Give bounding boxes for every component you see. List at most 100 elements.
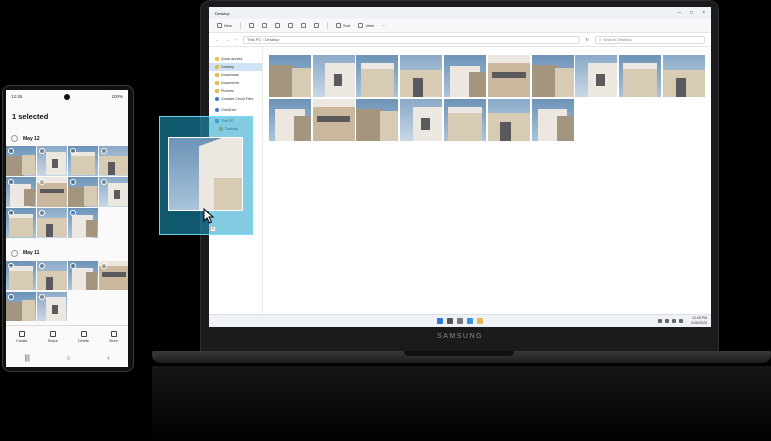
checked-checkbox[interactable]: ✓: [70, 210, 76, 216]
dragged-photo[interactable]: [168, 137, 243, 211]
address-bar-row: ← → ↑ This PC › Desktop ↻ ⌕ Search Deskto…: [209, 33, 711, 47]
minimize-icon[interactable]: –: [678, 10, 681, 16]
browser-icon[interactable]: [467, 318, 473, 324]
gallery-photo[interactable]: [37, 260, 67, 290]
back-icon[interactable]: ‹: [107, 355, 109, 362]
photo-checkbox[interactable]: [70, 262, 76, 269]
photo-thumbnail[interactable]: [663, 55, 705, 97]
more-button[interactable]: More: [109, 330, 118, 343]
date-section-header[interactable]: May 11: [6, 244, 128, 261]
gallery-photo[interactable]: [68, 146, 98, 176]
delete-button[interactable]: Delete: [78, 330, 89, 343]
photo-checkbox[interactable]: [101, 262, 107, 269]
rename-icon[interactable]: [288, 23, 294, 28]
photo-checkbox[interactable]: [8, 262, 14, 269]
photo-thumbnail[interactable]: [356, 98, 399, 141]
gallery-photo[interactable]: [37, 146, 67, 176]
more-options-icon[interactable]: ···: [382, 23, 386, 28]
clock[interactable]: 12:45 PM 9/16/2023: [691, 316, 707, 326]
photo-checkbox[interactable]: [8, 148, 14, 154]
photo-thumbnail[interactable]: [619, 55, 662, 97]
photo-checkbox[interactable]: [39, 179, 45, 185]
gallery-photo[interactable]: [6, 208, 36, 238]
up-icon[interactable]: ↑: [235, 37, 237, 42]
date-section-header[interactable]: May 12: [6, 129, 128, 146]
recents-icon[interactable]: |||: [24, 355, 29, 362]
photo-thumbnail[interactable]: [268, 55, 311, 97]
gallery-photo[interactable]: [6, 260, 36, 290]
photo-thumbnail[interactable]: [444, 98, 487, 141]
gallery-photo[interactable]: [68, 260, 98, 290]
photo-thumbnail[interactable]: [531, 55, 574, 97]
chevron-up-icon[interactable]: [658, 319, 662, 323]
view-button[interactable]: View: [358, 23, 374, 28]
file-explorer-icon[interactable]: [477, 318, 483, 324]
address-bar[interactable]: This PC › Desktop: [243, 35, 580, 44]
gallery-photo[interactable]: [99, 177, 128, 207]
gallery-photo[interactable]: ✓: [68, 208, 98, 238]
photo-checkbox[interactable]: [39, 262, 45, 269]
photo-thumbnail[interactable]: [400, 55, 443, 97]
select-all-checkbox[interactable]: [11, 249, 18, 257]
photo-thumbnail[interactable]: [268, 98, 311, 141]
gallery-photo[interactable]: [99, 260, 128, 290]
nav-item[interactable]: Downloads: [209, 71, 262, 79]
photo-thumbnail[interactable]: [400, 98, 443, 141]
task-view-icon[interactable]: [457, 318, 463, 324]
photo-thumbnail[interactable]: [531, 98, 574, 141]
photo-thumbnail[interactable]: [487, 55, 530, 97]
photo-thumbnail[interactable]: [575, 55, 618, 97]
battery-icon[interactable]: [679, 319, 683, 323]
volume-icon[interactable]: [672, 319, 676, 323]
back-icon[interactable]: ←: [215, 37, 219, 42]
nav-item[interactable]: Desktop: [209, 63, 262, 71]
photo-checkbox[interactable]: [8, 179, 14, 185]
photo-checkbox[interactable]: [8, 293, 14, 300]
wifi-icon[interactable]: [665, 319, 669, 323]
photo-checkbox[interactable]: [70, 148, 76, 154]
create-button[interactable]: Create: [16, 330, 28, 343]
gallery-photo[interactable]: [37, 291, 67, 321]
home-icon[interactable]: ○: [66, 355, 70, 362]
forward-icon[interactable]: →: [225, 37, 229, 42]
cut-icon[interactable]: [249, 23, 255, 28]
search-taskbar-icon[interactable]: [447, 318, 453, 324]
nav-item[interactable]: Quick access: [209, 55, 262, 63]
gallery-photo[interactable]: [37, 208, 67, 238]
gallery-photo[interactable]: [99, 146, 128, 176]
photo-checkbox[interactable]: [101, 179, 107, 185]
nav-item[interactable]: Documents: [209, 79, 262, 87]
photo-checkbox[interactable]: [39, 210, 45, 216]
gallery-photo[interactable]: [6, 146, 36, 176]
nav-item[interactable]: OneDrive: [209, 106, 262, 114]
photo-checkbox[interactable]: [39, 293, 45, 300]
gallery-photo[interactable]: [68, 177, 98, 207]
photo-checkbox[interactable]: [70, 179, 76, 185]
photo-checkbox[interactable]: [39, 148, 45, 154]
start-icon[interactable]: [437, 318, 443, 324]
share-button[interactable]: Share: [48, 330, 58, 343]
photo-checkbox[interactable]: [8, 210, 14, 216]
photo-checkbox[interactable]: [101, 148, 107, 154]
select-all-checkbox[interactable]: [11, 135, 18, 142]
refresh-icon[interactable]: ↻: [586, 37, 589, 42]
photo-thumbnail[interactable]: [444, 55, 487, 97]
delete-icon[interactable]: [314, 23, 320, 28]
close-icon[interactable]: ×: [702, 10, 705, 16]
maximize-icon[interactable]: □: [690, 10, 693, 16]
photo-thumbnail[interactable]: [312, 55, 355, 97]
copy-icon[interactable]: [262, 23, 268, 28]
gallery-photo[interactable]: [6, 291, 36, 321]
gallery-photo[interactable]: [37, 177, 67, 207]
photo-thumbnail[interactable]: [487, 98, 530, 141]
photo-thumbnail[interactable]: [312, 98, 355, 141]
nav-item[interactable]: Pictures: [209, 87, 262, 95]
new-button[interactable]: New: [217, 23, 232, 28]
gallery-photo[interactable]: [6, 177, 36, 207]
photo-thumbnail[interactable]: [356, 55, 399, 97]
paste-icon[interactable]: [275, 23, 281, 28]
sort-button[interactable]: Sort: [336, 23, 350, 28]
nav-item[interactable]: Creative Cloud Files: [209, 95, 262, 103]
share-icon[interactable]: [301, 23, 307, 28]
search-input[interactable]: ⌕ Search Desktop: [595, 35, 705, 44]
